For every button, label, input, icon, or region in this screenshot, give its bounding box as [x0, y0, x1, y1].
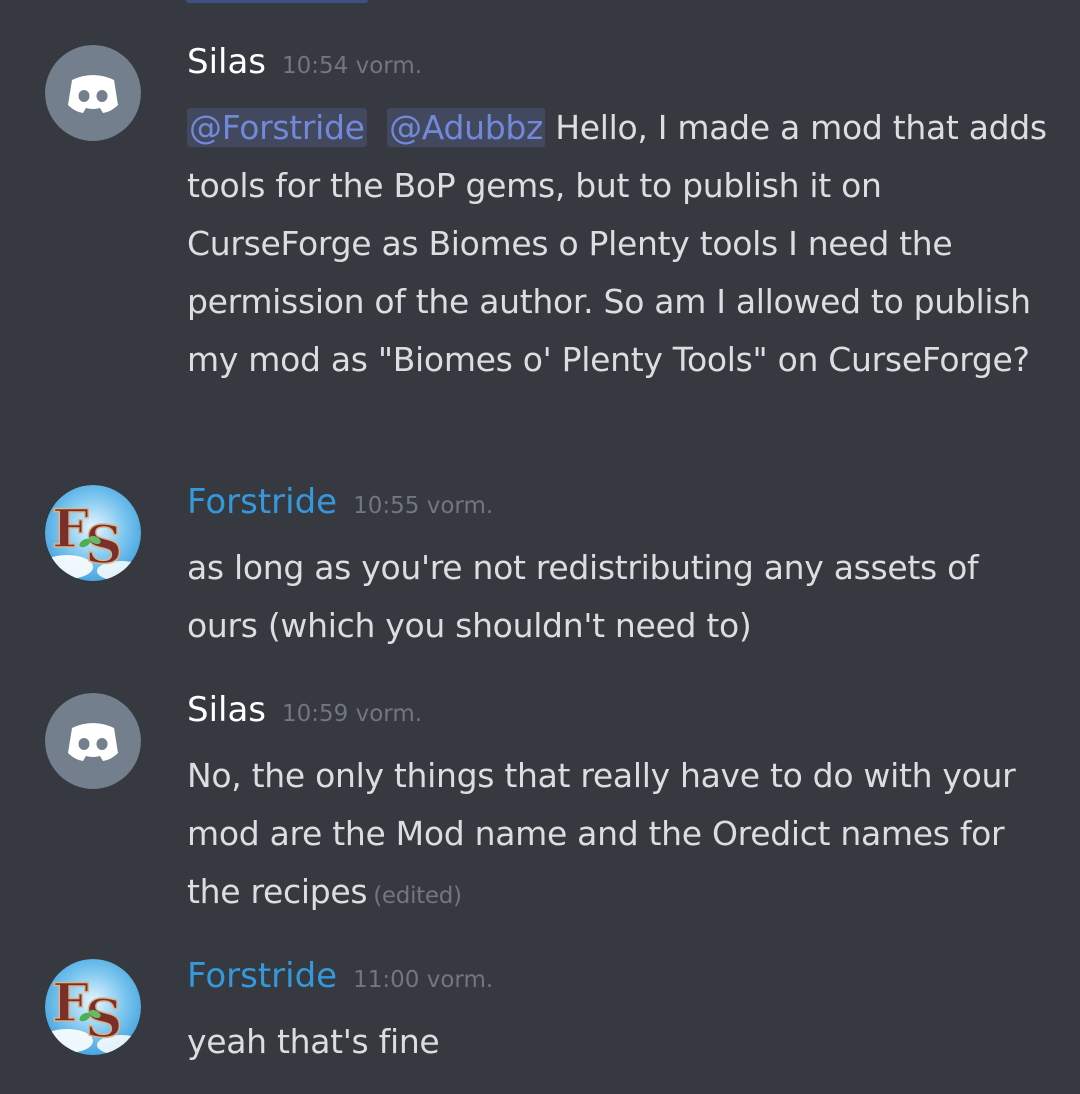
- username[interactable]: Forstride: [187, 482, 337, 522]
- username[interactable]: Silas: [187, 690, 266, 730]
- edited-label: (edited): [373, 883, 462, 909]
- forstride-fs-avatar[interactable]: F S: [45, 959, 141, 1055]
- timestamp: 10:59 vorm.: [282, 701, 423, 727]
- timestamp: 11:00 vorm.: [353, 967, 494, 993]
- timestamp: 10:54 vorm.: [282, 53, 423, 79]
- user-mention[interactable]: @Forstride: [187, 108, 367, 147]
- message-text: yeah that's fine: [187, 1022, 440, 1061]
- message-content: yeah that's fine: [187, 1013, 1047, 1071]
- message-content: No, the only things that really have to …: [187, 747, 1047, 925]
- discord-default-avatar[interactable]: [45, 693, 141, 789]
- timestamp: 10:55 vorm.: [353, 493, 494, 519]
- svg-text:S: S: [85, 989, 123, 1050]
- message-text: as long as you're not redistributing any…: [187, 548, 979, 645]
- message-text: No, the only things that really have to …: [187, 756, 1016, 911]
- message-content: as long as you're not redistributing any…: [187, 539, 1047, 655]
- svg-text:S: S: [85, 515, 123, 576]
- svg-text:F: F: [52, 973, 89, 1034]
- message-header: Silas 10:59 vorm.: [187, 688, 422, 732]
- username[interactable]: Forstride: [187, 956, 337, 996]
- discord-default-avatar[interactable]: [45, 45, 141, 141]
- message-header: Forstride 11:00 vorm.: [187, 954, 493, 998]
- forstride-fs-avatar[interactable]: F S: [45, 485, 141, 581]
- previous-message-highlight: [186, 0, 368, 3]
- svg-text:F: F: [52, 499, 89, 560]
- user-mention[interactable]: @Adubbz: [387, 108, 546, 147]
- message-text: Hello, I made a mod that adds tools for …: [187, 108, 1047, 379]
- message-header: Forstride 10:55 vorm.: [187, 480, 493, 524]
- message-header: Silas 10:54 vorm.: [187, 40, 422, 84]
- message-content: @Forstride @Adubbz Hello, I made a mod t…: [187, 99, 1047, 389]
- username[interactable]: Silas: [187, 42, 266, 82]
